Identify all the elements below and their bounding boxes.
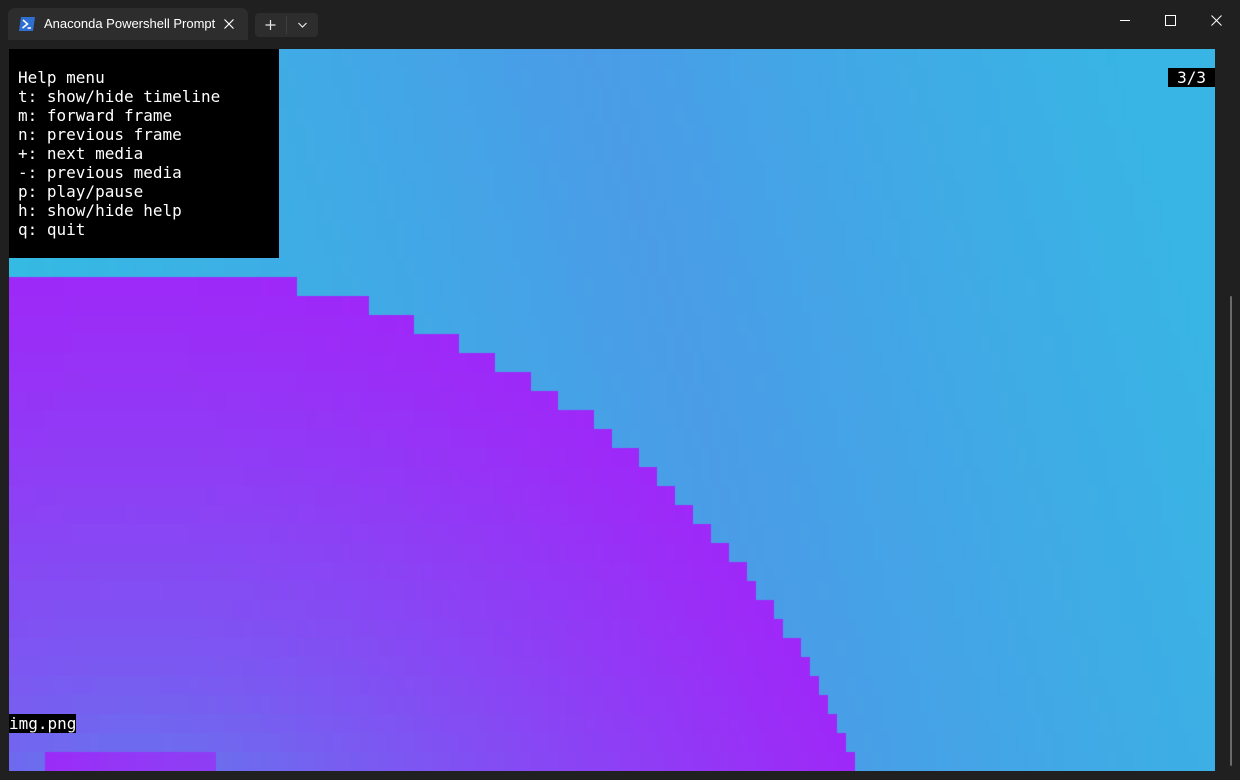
new-tab-group: [255, 13, 318, 37]
close-tab-icon[interactable]: [220, 15, 238, 33]
scrollbar[interactable]: [1228, 49, 1236, 771]
close-window-icon[interactable]: [1194, 0, 1240, 40]
help-title: Help menu: [18, 68, 105, 87]
help-line: q: quit: [18, 220, 86, 239]
chevron-down-icon[interactable]: [287, 13, 318, 37]
maximize-icon[interactable]: [1148, 0, 1194, 40]
help-menu: Help menu t: show/hide timeline m: forwa…: [9, 49, 279, 258]
help-line: +: next media: [18, 144, 144, 163]
powershell-icon: [19, 17, 35, 31]
tab-title: Anaconda Powershell Prompt: [44, 16, 216, 31]
scrollbar-thumb[interactable]: [1230, 296, 1232, 766]
help-line: m: forward frame: [18, 106, 173, 125]
title-bar: Anaconda Powershell Prompt: [0, 0, 1240, 48]
help-line: -: previous media: [18, 163, 182, 182]
terminal-window: Anaconda Powershell Prompt Help menu t: …: [0, 0, 1240, 780]
help-line: n: previous frame: [18, 125, 182, 144]
help-line: t: show/hide timeline: [18, 87, 221, 106]
terminal-content[interactable]: Help menu t: show/hide timeline m: forwa…: [9, 49, 1215, 771]
new-tab-plus-icon[interactable]: [255, 13, 286, 37]
help-line: p: play/pause: [18, 182, 144, 201]
help-line: h: show/hide help: [18, 201, 182, 220]
media-counter: 3/3: [1168, 68, 1215, 87]
tab-anaconda-powershell[interactable]: Anaconda Powershell Prompt: [8, 8, 248, 40]
minimize-icon[interactable]: [1102, 0, 1148, 40]
filename-label: img.png: [9, 714, 77, 733]
